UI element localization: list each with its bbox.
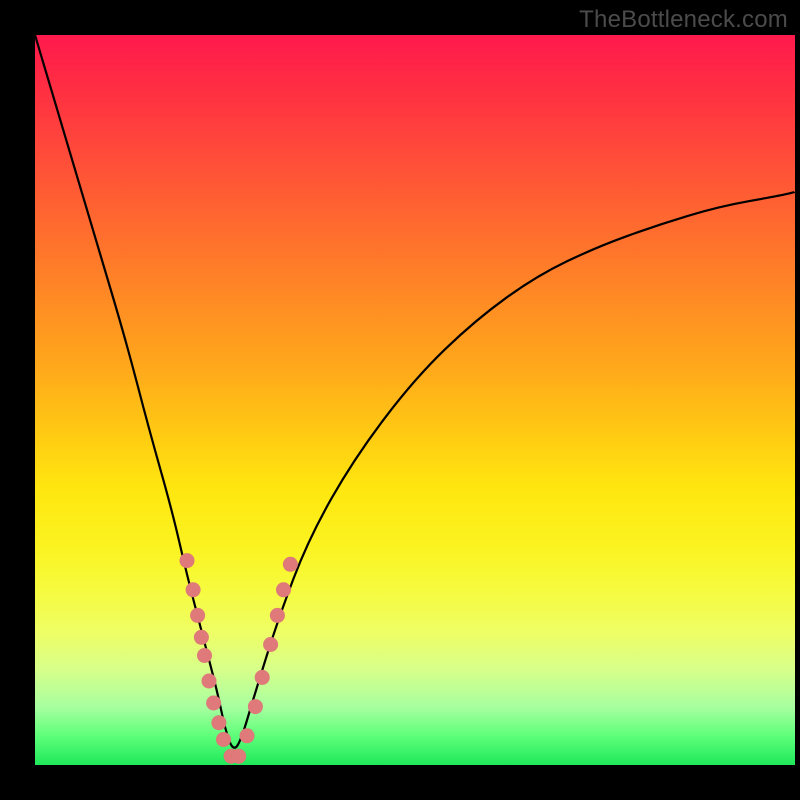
watermark-text: TheBottleneck.com [579,6,788,34]
marker-dot [240,728,255,743]
chart-frame: TheBottleneck.com [0,0,800,800]
marker-dot [197,648,212,663]
marker-dot [180,553,195,568]
marker-dots [180,553,298,764]
marker-dot [283,557,298,572]
marker-dot [248,699,263,714]
marker-dot [276,582,291,597]
marker-dot [270,608,285,623]
marker-dot [263,637,278,652]
bottleneck-curve [35,35,795,748]
marker-dot [255,670,270,685]
marker-dot [216,732,231,747]
marker-dot [231,749,246,764]
marker-dot [190,608,205,623]
marker-dot [206,696,221,711]
marker-dot [211,715,226,730]
marker-dot [186,582,201,597]
plot-area [35,35,795,765]
curve-svg [35,35,795,765]
marker-dot [194,630,209,645]
marker-dot [202,674,217,689]
